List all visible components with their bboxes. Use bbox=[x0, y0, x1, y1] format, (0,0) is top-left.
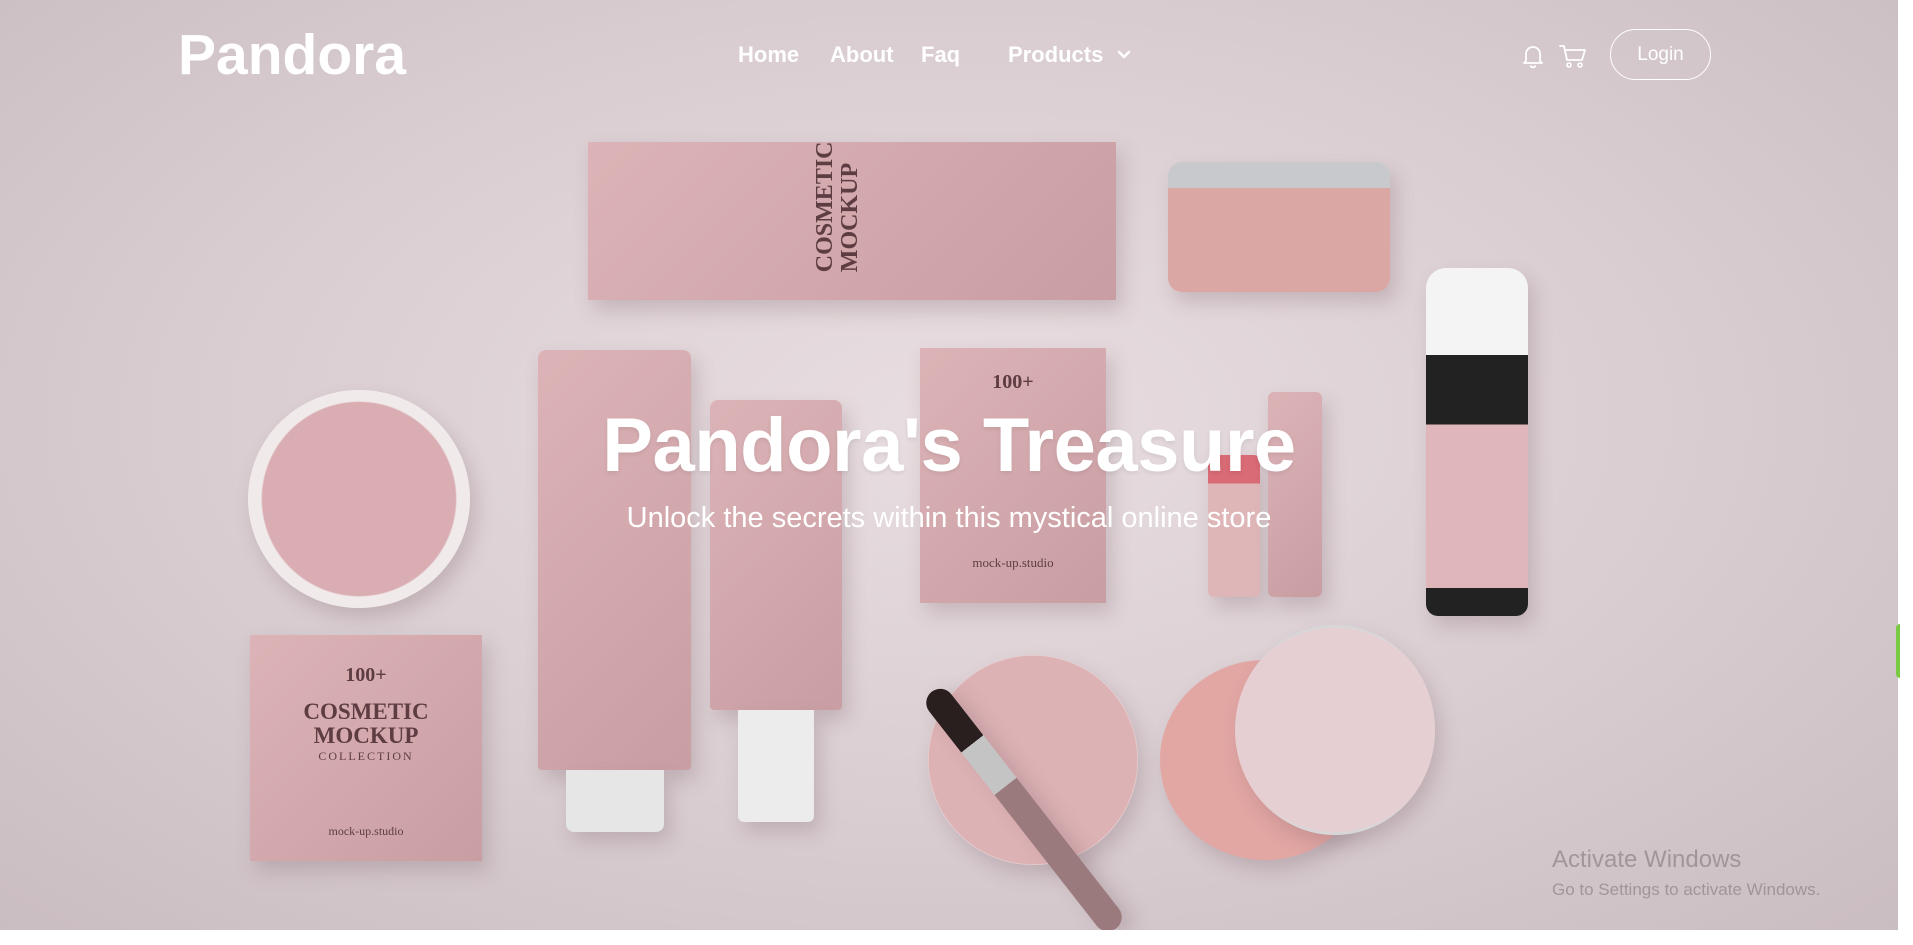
tube-cap-image bbox=[566, 770, 664, 832]
cart-icon[interactable] bbox=[1558, 42, 1588, 70]
nav-faq[interactable]: Faq bbox=[921, 42, 960, 68]
nav-products[interactable]: Products bbox=[1008, 42, 1103, 68]
windows-activation-subtitle: Go to Settings to activate Windows. bbox=[1552, 880, 1821, 899]
jar-image bbox=[1168, 162, 1390, 292]
page-edge bbox=[1898, 0, 1913, 930]
windows-activation-title: Activate Windows bbox=[1552, 846, 1742, 873]
tube-small-cap-image bbox=[738, 710, 814, 822]
nav-about[interactable]: About bbox=[830, 42, 894, 68]
tin-lid-image bbox=[1235, 625, 1435, 835]
hero-title: Pandora's Treasure bbox=[602, 403, 1296, 488]
hero-banner: COSMETIC MOCKUP 100+ mock-up.studio 100+… bbox=[0, 0, 1898, 930]
nav-home[interactable]: Home bbox=[738, 42, 799, 68]
site-logo[interactable]: Pandora bbox=[178, 22, 406, 88]
hero-subtitle: Unlock the secrets within this mystical … bbox=[626, 502, 1272, 534]
product-box-image: COSMETIC MOCKUP bbox=[588, 142, 1116, 300]
square-compact-image: 100+ COSMETIC MOCKUP COLLECTION mock-up.… bbox=[250, 635, 482, 861]
chevron-down-icon[interactable] bbox=[1114, 45, 1134, 65]
login-button[interactable]: Login bbox=[1610, 29, 1711, 80]
bell-icon[interactable] bbox=[1520, 42, 1546, 70]
side-tab[interactable] bbox=[1896, 624, 1900, 678]
